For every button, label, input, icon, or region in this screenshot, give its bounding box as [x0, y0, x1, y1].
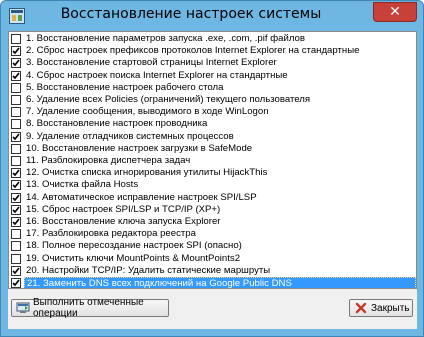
- dialog-window: Восстановление настроек системы ✕ 1. Вос…: [0, 0, 424, 337]
- checklist-item[interactable]: 8. Восстановление настроек проводника: [10, 118, 416, 130]
- checklist-item-label: 13. Очистка файла Hosts: [26, 179, 139, 191]
- close-button[interactable]: Закрыть: [349, 299, 413, 317]
- checkbox-unchecked[interactable]: [11, 82, 21, 93]
- checkmark-icon: [12, 72, 20, 79]
- checkbox-unchecked[interactable]: [11, 107, 21, 118]
- operations-checklist[interactable]: 1. Восстановление параметров запуска .ex…: [8, 31, 417, 289]
- close-x-icon: [354, 302, 368, 314]
- checklist-item-label: 11. Разблокировка диспетчера задач: [26, 155, 191, 166]
- checklist-item[interactable]: 10. Восстановление настроек загрузки в S…: [10, 143, 416, 155]
- checkbox-checked[interactable]: [11, 192, 21, 203]
- checkbox-checked[interactable]: [11, 131, 21, 142]
- checkmark-icon: [12, 133, 20, 140]
- checklist-item-label: 17. Разблокировка редактора реестра: [26, 228, 196, 240]
- checklist-item[interactable]: 1. Восстановление параметров запуска .ex…: [10, 33, 416, 45]
- title-bar[interactable]: Восстановление настроек системы ✕: [1, 1, 423, 31]
- checklist-item[interactable]: 11. Разблокировка диспетчера задач: [10, 155, 416, 167]
- close-button-label: Закрыть: [371, 302, 410, 314]
- checkbox-unchecked[interactable]: [11, 229, 21, 240]
- checklist-item[interactable]: 21. Заменить DNS всех подключений на Goo…: [10, 277, 416, 288]
- checkbox-checked[interactable]: [11, 217, 21, 227]
- checkbox-checked[interactable]: [11, 180, 21, 191]
- checklist-item-label: 14. Автоматическое исправление настроек …: [26, 191, 257, 203]
- client-area: 1. Восстановление параметров запуска .ex…: [8, 31, 417, 329]
- checklist-item-label: 1. Восстановление параметров запуска .ex…: [26, 33, 305, 44]
- checkbox-checked[interactable]: [11, 265, 21, 276]
- checkmark-icon: [12, 59, 20, 67]
- checklist-item-label: 8. Восстановление настроек проводника: [26, 118, 208, 130]
- checklist-item[interactable]: 9. Удаление отладчиков системных процесс…: [10, 131, 416, 143]
- checklist-item-label: 16. Восстановление ключа запуска Explore…: [26, 216, 221, 227]
- checkmark-icon: [12, 279, 20, 287]
- checklist-item-label: 18. Полное пересоздание настроек SPI (оп…: [26, 240, 242, 252]
- checkmark-icon: [12, 206, 20, 213]
- checklist-item[interactable]: 17. Разблокировка редактора реестра: [10, 228, 416, 240]
- checkbox-unchecked[interactable]: [11, 253, 21, 264]
- run-operations-icon: [16, 302, 30, 314]
- checkmark-icon: [12, 218, 20, 226]
- run-button-label: Выполнить отмеченные операции: [33, 297, 144, 319]
- checkbox-unchecked[interactable]: [11, 143, 21, 154]
- checkbox-checked[interactable]: [11, 46, 21, 57]
- checkbox-checked[interactable]: [11, 204, 21, 215]
- checkbox-checked[interactable]: [11, 168, 21, 179]
- checkbox-unchecked[interactable]: [11, 156, 21, 166]
- checklist-item-label: 10. Восстановление настроек загрузки в S…: [26, 142, 253, 154]
- checkmark-icon: [12, 181, 20, 189]
- checklist-item-label: 6. Удаление всех Policies (ограничений) …: [26, 94, 311, 105]
- checklist-item[interactable]: 13. Очистка файла Hosts: [10, 179, 416, 191]
- checklist-item[interactable]: 12. Очистка списка игнорирования утилиты…: [10, 167, 416, 179]
- checklist-item[interactable]: 15. Сброс настроек SPI/LSP и TCP/IP (XP+…: [10, 204, 416, 216]
- checkmark-icon: [12, 169, 20, 177]
- checkbox-checked[interactable]: [11, 278, 21, 288]
- checkbox-unchecked[interactable]: [11, 241, 21, 252]
- checkbox-unchecked[interactable]: [11, 119, 21, 130]
- checklist-item-label: 5. Восстановление настроек рабочего стол…: [26, 81, 224, 93]
- checkmark-icon: [12, 194, 20, 201]
- checklist-item[interactable]: 3. Восстановление стартовой страницы Int…: [10, 57, 416, 69]
- checklist-item-label: 12. Очистка списка игнорирования утилиты…: [26, 167, 268, 179]
- app-window-icon: [9, 8, 25, 24]
- checklist-item[interactable]: 7. Удаление сообщения, выводимого в ходе…: [10, 106, 416, 118]
- checklist-item[interactable]: 20. Настройки TCP/IP: Удалить статически…: [10, 265, 416, 277]
- checkmark-icon: [12, 47, 20, 55]
- checklist-item[interactable]: 14. Автоматическое исправление настроек …: [10, 192, 416, 204]
- checklist-item-label: 19. Очистить ключи MountPoints & MountPo…: [26, 252, 241, 264]
- checklist-item[interactable]: 5. Восстановление настроек рабочего стол…: [10, 82, 416, 94]
- checkbox-unchecked[interactable]: [11, 34, 21, 44]
- checklist-item-label: 4. Сброс настроек поиска Internet Explor…: [26, 69, 288, 81]
- checklist-item-label: 3. Восстановление стартовой страницы Int…: [26, 57, 277, 69]
- checklist-item[interactable]: 18. Полное пересоздание настроек SPI (оп…: [10, 240, 416, 252]
- checklist-item[interactable]: 19. Очистить ключи MountPoints & MountPo…: [10, 253, 416, 265]
- checklist-item-label: 21. Заменить DNS всех подключений на Goo…: [24, 277, 416, 288]
- window-close-button[interactable]: ✕: [373, 2, 417, 22]
- checklist-item-label: 20. Настройки TCP/IP: Удалить статически…: [26, 264, 271, 276]
- checklist-item-label: 2. Сброс настроек префиксов протоколов I…: [26, 45, 360, 57]
- checklist-item-label: 7. Удаление сообщения, выводимого в ходе…: [26, 106, 269, 118]
- checkbox-checked[interactable]: [11, 70, 21, 81]
- checkmark-icon: [12, 267, 20, 274]
- window-title: Восстановление настроек системы: [60, 6, 322, 22]
- checklist-item[interactable]: 4. Сброс настроек поиска Internet Explor…: [10, 70, 416, 82]
- checklist-item[interactable]: 16. Восстановление ключа запуска Explore…: [10, 216, 416, 228]
- checklist-item-label: 15. Сброс настроек SPI/LSP и TCP/IP (XP+…: [26, 203, 221, 215]
- checklist-item[interactable]: 2. Сброс настроек префиксов протоколов I…: [10, 45, 416, 57]
- run-selected-operations-button[interactable]: Выполнить отмеченные операции: [11, 297, 169, 319]
- checkbox-checked[interactable]: [11, 58, 21, 69]
- checklist-item-label: 9. Удаление отладчиков системных процесс…: [26, 130, 234, 142]
- checklist-item[interactable]: 6. Удаление всех Policies (ограничений) …: [10, 94, 416, 106]
- checkbox-unchecked[interactable]: [11, 95, 21, 105]
